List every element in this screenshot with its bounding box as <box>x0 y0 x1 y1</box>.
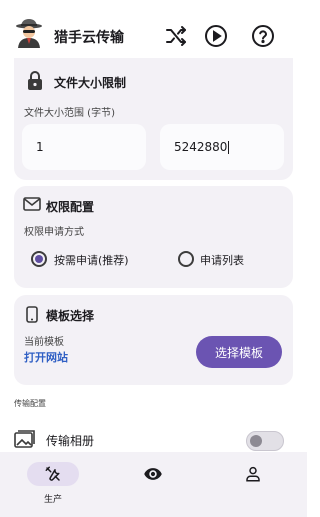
tools-icon <box>45 466 60 481</box>
top-app-bar: 猎手云传输 <box>0 0 307 64</box>
file-size-range-label: 文件大小范围 (字节) <box>24 108 115 119</box>
radio-on-demand[interactable] <box>31 251 47 267</box>
text-caret <box>228 140 230 154</box>
transfer-section-label: 传输配置 <box>14 399 46 408</box>
play-circle-icon <box>205 25 227 47</box>
nav-pill <box>227 462 279 486</box>
choose-template-button[interactable]: 选择模板 <box>196 336 282 368</box>
transfer-album-toggle[interactable] <box>246 431 284 451</box>
image-gallery-icon <box>14 430 36 452</box>
shuffle-button[interactable] <box>163 23 189 49</box>
radio-request-list[interactable] <box>178 251 194 267</box>
bottom-navigation: 生产 <box>0 452 307 517</box>
play-button[interactable] <box>203 23 229 49</box>
lock-icon <box>26 70 44 92</box>
nav-item-production[interactable]: 生产 <box>27 452 79 517</box>
radio-on-demand-label: 按需申请(推荐) <box>54 254 129 267</box>
file-size-title: 文件大小限制 <box>54 76 127 90</box>
phone-icon <box>25 305 39 323</box>
current-template-label: 当前模板 <box>24 337 64 348</box>
eye-icon <box>144 468 162 480</box>
template-title: 模板选择 <box>46 309 95 323</box>
transfer-album-label: 传输相册 <box>46 434 95 448</box>
nav-item-profile[interactable] <box>227 452 279 517</box>
min-size-input[interactable]: 1 <box>22 124 146 170</box>
current-template-link[interactable]: 打开网站 <box>24 349 68 365</box>
permission-method-label: 权限申请方式 <box>24 227 84 238</box>
spy-avatar-icon <box>14 18 44 48</box>
radio-request-list-label: 申请列表 <box>200 254 244 267</box>
max-size-input[interactable]: 5242880 <box>160 124 284 170</box>
file-size-card: 文件大小限制 文件大小范围 (字节) 1 5242880 <box>14 58 293 180</box>
envelope-icon <box>22 195 42 213</box>
permission-title: 权限配置 <box>46 200 95 214</box>
template-card: 模板选择 当前模板 打开网站 选择模板 <box>14 295 293 385</box>
app-title: 猎手云传输 <box>54 30 124 46</box>
shuffle-icon <box>166 26 186 46</box>
person-icon <box>246 466 260 482</box>
help-circle-icon <box>252 25 274 47</box>
help-button[interactable] <box>250 23 276 49</box>
nav-label-production: 生产 <box>43 495 62 505</box>
permission-card: 权限配置 权限申请方式 按需申请(推荐) 申请列表 <box>14 186 293 288</box>
nav-item-preview[interactable] <box>127 452 179 517</box>
nav-pill <box>127 462 179 486</box>
max-size-value: 5242880 <box>174 140 228 154</box>
min-size-value: 1 <box>36 140 44 154</box>
nav-active-indicator <box>27 462 79 486</box>
